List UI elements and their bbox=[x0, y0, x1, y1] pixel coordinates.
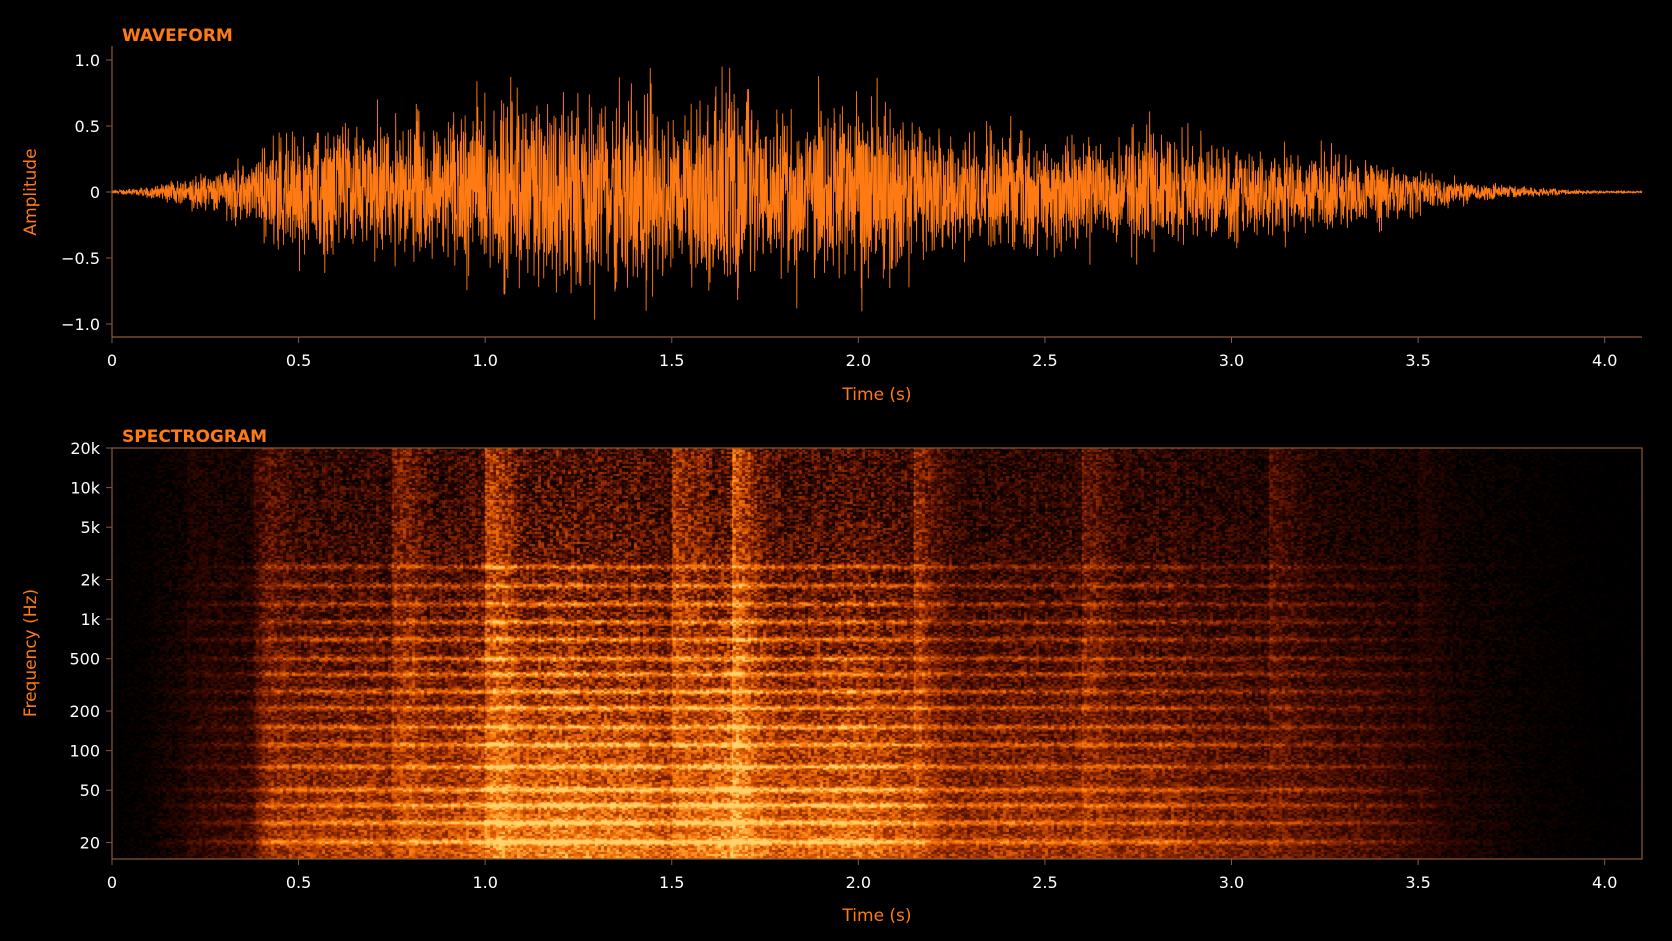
waveform-y-tick-label: 1.0 bbox=[75, 51, 100, 70]
waveform-y-axis-label: Amplitude bbox=[21, 148, 41, 235]
spectrogram-x-tick-label: 2.5 bbox=[1032, 873, 1057, 892]
waveform-x-axis-label: Time (s) bbox=[841, 385, 911, 405]
waveform-x-tick-label: 2.5 bbox=[1032, 351, 1057, 370]
waveform-x-ticks: 0 0.5 1.0 1.5 2.0 2.5 3.0 3.5 4.0 bbox=[107, 337, 1617, 370]
waveform-x-tick-label: 0 bbox=[107, 351, 117, 370]
spectrogram-y-tick-label: 100 bbox=[69, 742, 100, 761]
spectrogram-y-tick-label: 500 bbox=[69, 650, 100, 669]
figure-svg: WAVEFORM 1.0 0.5 0 −0.5 −1.0 0 0.5 1.0 1.5 2.0 2.… bbox=[21, 26, 1643, 926]
waveform-y-tick-label: −0.5 bbox=[61, 249, 100, 268]
waveform-x-tick-label: 2.0 bbox=[846, 351, 871, 370]
spectrogram-x-tick-label: 1.5 bbox=[659, 873, 684, 892]
waveform-x-tick-label: 4.0 bbox=[1592, 351, 1617, 370]
spectrogram-panel: SPECTROGRAM 20k10k5k2k1k5002001005020 00… bbox=[21, 427, 1643, 926]
spectrogram-y-axis-label: Frequency (Hz) bbox=[21, 589, 41, 717]
waveform-title: WAVEFORM bbox=[122, 26, 233, 46]
spectrogram-x-tick-label: 4.0 bbox=[1592, 873, 1617, 892]
spectrogram-y-tick-label: 20 bbox=[80, 834, 100, 853]
spectrogram-y-tick-label: 200 bbox=[69, 702, 100, 721]
spectrogram-x-tick-label: 3.5 bbox=[1405, 873, 1430, 892]
waveform-x-tick-label: 0.5 bbox=[286, 351, 311, 370]
waveform-x-tick-label: 1.0 bbox=[472, 351, 497, 370]
spectrogram-y-tick-label: 1k bbox=[81, 610, 101, 629]
spectrogram-y-tick-label: 5k bbox=[81, 518, 101, 537]
spectrogram-y-ticks: 20k 10k 5k 2k 1k 500 200 100 50 20 bbox=[69, 439, 112, 853]
waveform-y-tick-label: −1.0 bbox=[61, 315, 100, 334]
waveform-trace bbox=[111, 66, 1643, 320]
chart-figure: WAVEFORM 1.0 0.5 0 −0.5 −1.0 0 0.5 1.0 1.5 2.0 2.… bbox=[0, 0, 1672, 941]
spectrogram-heatmap bbox=[112, 448, 1642, 859]
waveform-y-tick-label: 0.5 bbox=[75, 117, 100, 136]
waveform-y-tick-label: 0 bbox=[90, 183, 100, 202]
spectrogram-x-axis-label: Time (s) bbox=[841, 906, 911, 926]
spectrogram-x-tick-label: 3.0 bbox=[1219, 873, 1244, 892]
waveform-plot-area bbox=[111, 66, 1643, 320]
waveform-panel: WAVEFORM 1.0 0.5 0 −0.5 −1.0 0 0.5 1.0 1.5 2.0 2.… bbox=[21, 26, 1643, 405]
spectrogram-x-tick-label: 0.5 bbox=[286, 873, 311, 892]
spectrogram-y-tick-label: 10k bbox=[70, 479, 100, 498]
spectrogram-x-tick-label: 1.0 bbox=[472, 873, 497, 892]
spectrogram-y-tick-label: 50 bbox=[80, 781, 100, 800]
spectrogram-y-tick-label: 20k bbox=[70, 439, 100, 458]
waveform-x-tick-label: 3.0 bbox=[1219, 351, 1244, 370]
spectrogram-x-ticks: 0 0.5 1.0 1.5 2.0 2.5 3.0 3.5 4.0 bbox=[107, 859, 1617, 892]
waveform-x-tick-label: 3.5 bbox=[1405, 351, 1430, 370]
spectrogram-x-tick-label: 2.0 bbox=[846, 873, 871, 892]
spectrogram-x-tick-label: 0 bbox=[107, 873, 117, 892]
spectrogram-title: SPECTROGRAM bbox=[122, 427, 267, 447]
waveform-y-ticks: 1.0 0.5 0 −0.5 −1.0 bbox=[61, 51, 112, 334]
spectrogram-y-tick-label: 2k bbox=[81, 571, 101, 590]
waveform-x-tick-label: 1.5 bbox=[659, 351, 684, 370]
